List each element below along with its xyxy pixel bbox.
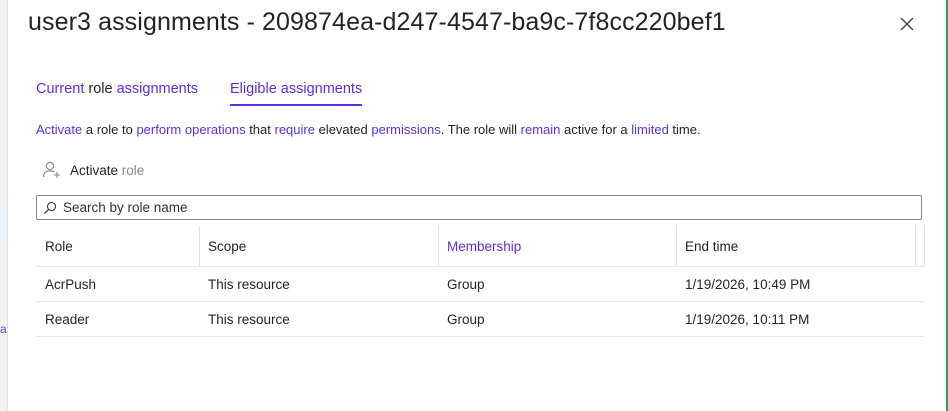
- tab-label-part: Current: [36, 81, 85, 97]
- activate-role-button[interactable]: Activate role: [42, 158, 144, 182]
- cell-spacer: [915, 302, 924, 336]
- cell-membership: Group: [447, 276, 485, 292]
- page-title: user3 assignments - 209874ea-d247-4547-b…: [28, 8, 726, 36]
- table-row[interactable]: Reader This resource Group 1/19/2026, 10…: [36, 302, 924, 337]
- description-link: require: [274, 122, 315, 137]
- column-header-end-time[interactable]: End time: [676, 226, 915, 266]
- cell-end-time: 1/19/2026, 10:49 PM: [685, 276, 811, 292]
- tab-label-part: role: [84, 81, 117, 97]
- tab-label-part: assignments: [116, 81, 199, 97]
- column-header-spacer: [915, 226, 925, 266]
- description-segment: time.: [668, 122, 701, 137]
- search-input[interactable]: [63, 200, 921, 215]
- tab-eligible-assignments[interactable]: Eligible assignments: [230, 78, 363, 106]
- close-button[interactable]: [896, 13, 918, 35]
- cell-membership: Group: [447, 311, 485, 327]
- description-segment: a role to: [82, 122, 137, 137]
- activate-role-label: Activate role: [70, 162, 145, 178]
- column-header-membership[interactable]: Membership: [438, 226, 676, 266]
- cell-role: AcrPush: [45, 276, 97, 292]
- tab-bar: Current role assignments Eligible assign…: [36, 78, 363, 106]
- description-text: Activate a role to perform operations th…: [36, 120, 701, 140]
- column-header-scope[interactable]: Scope: [199, 226, 438, 266]
- cell-role: Reader: [45, 311, 90, 327]
- column-header-role[interactable]: Role: [36, 226, 199, 266]
- description-link: permissions: [371, 122, 441, 137]
- description-segment: elevated: [314, 122, 372, 137]
- background-portal-strip: a: [0, 0, 8, 411]
- description-link: Activate: [36, 122, 83, 137]
- description-link: perform operations: [136, 122, 246, 137]
- search-icon: [43, 201, 57, 215]
- cell-scope: This resource: [208, 276, 290, 292]
- table-row[interactable]: AcrPush This resource Group 1/19/2026, 1…: [36, 267, 924, 302]
- background-selected-item: [0, 198, 7, 246]
- description-segment: . The role will: [440, 122, 521, 137]
- table-header-row: Role Scope Membership End time: [36, 226, 925, 267]
- description-segment: active for a: [560, 122, 632, 137]
- person-add-icon: [42, 161, 60, 178]
- close-icon: [900, 17, 914, 31]
- background-text-fragment: a: [0, 322, 7, 336]
- eligible-assignments-table: Role Scope Membership End time AcrPush T…: [36, 226, 925, 337]
- cell-scope: This resource: [208, 311, 290, 327]
- cell-spacer: [915, 267, 924, 301]
- cell-end-time: 1/19/2026, 10:11 PM: [685, 311, 810, 327]
- tab-current-role-assignments[interactable]: Current role assignments: [36, 78, 198, 106]
- description-link: limited: [631, 122, 669, 137]
- search-box: [36, 195, 922, 220]
- description-segment: that: [245, 122, 275, 137]
- description-link: remain: [520, 122, 561, 137]
